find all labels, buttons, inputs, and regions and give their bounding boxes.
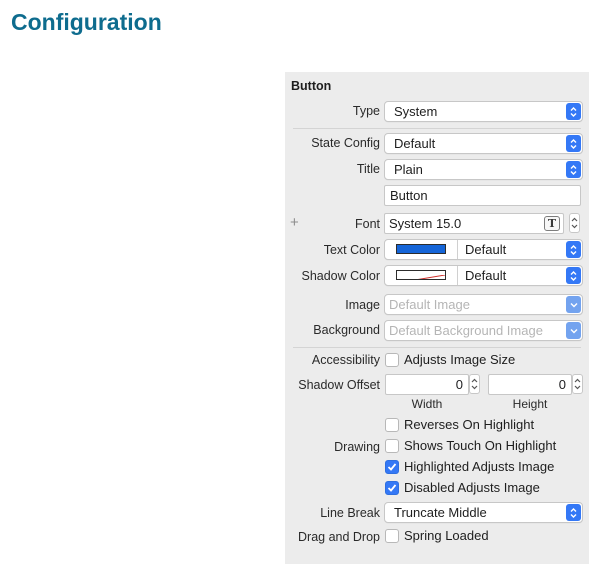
title-text-value: Button	[390, 188, 428, 203]
width-stepper[interactable]	[469, 374, 480, 394]
adjusts-image-size-checkbox[interactable]	[385, 353, 399, 367]
height-stepper[interactable]	[572, 374, 583, 394]
chevron-updown-icon	[566, 135, 581, 152]
highlighted-adjusts-image-checkbox[interactable]	[385, 460, 399, 474]
width-sublabel: Width	[411, 397, 443, 411]
title-type-popup[interactable]: Plain	[384, 159, 583, 180]
shadow-color-popup[interactable]: Default	[384, 265, 583, 286]
highlighted-adjusts-image-label: Highlighted Adjusts Image	[404, 459, 555, 474]
type-popup[interactable]: System	[384, 101, 583, 122]
shadow-offset-height-value: 0	[558, 377, 566, 392]
reverses-on-highlight-label: Reverses On Highlight	[404, 417, 535, 432]
text-color-popup[interactable]: Default	[384, 239, 583, 260]
divider	[457, 240, 458, 259]
text-color-swatch	[396, 244, 446, 254]
shows-touch-on-highlight-label: Shows Touch On Highlight	[404, 438, 557, 453]
disabled-adjusts-image-checkbox[interactable]	[385, 481, 399, 495]
text-color-value: Default	[465, 242, 507, 257]
divider	[457, 266, 458, 285]
spring-loaded-checkbox[interactable]	[385, 529, 399, 543]
font-field[interactable]: System 15.0 T	[384, 213, 564, 234]
checkmark-icon	[387, 484, 397, 492]
text-color-label: Text Color	[323, 243, 380, 257]
title-type-value: Plain	[394, 162, 423, 177]
state-config-value: Default	[394, 136, 436, 151]
chevron-updown-icon	[566, 161, 581, 178]
shadow-color-swatch	[396, 270, 446, 280]
title-text-field[interactable]: Button	[384, 185, 581, 206]
chevron-updown-icon	[566, 241, 581, 258]
image-placeholder: Default Image	[389, 297, 470, 312]
chevron-down-icon[interactable]	[566, 322, 581, 339]
plus-icon[interactable]: +	[290, 214, 299, 231]
line-break-value: Truncate Middle	[394, 505, 487, 520]
background-placeholder: Default Background Image	[389, 323, 543, 338]
font-value: System 15.0	[389, 216, 462, 231]
shadow-offset-width-value: 0	[455, 377, 463, 392]
accessibility-label: Accessibility	[311, 353, 380, 367]
image-combo[interactable]: Default Image	[384, 294, 583, 315]
page-title: Configuration	[11, 9, 162, 35]
line-break-popup[interactable]: Truncate Middle	[384, 502, 583, 523]
state-config-popup[interactable]: Default	[384, 133, 583, 154]
chevron-updown-icon	[566, 504, 581, 521]
section-title: Button	[291, 79, 332, 93]
disabled-adjusts-image-label: Disabled Adjusts Image	[404, 480, 540, 495]
type-label: Type	[352, 104, 380, 118]
drag-and-drop-label: Drag and Drop	[298, 530, 380, 544]
chevron-updown-icon	[566, 103, 581, 120]
line-break-label: Line Break	[320, 506, 380, 520]
reverses-on-highlight-checkbox[interactable]	[385, 418, 399, 432]
divider	[293, 128, 581, 129]
height-sublabel: Height	[512, 397, 548, 411]
type-value: System	[394, 104, 438, 119]
background-label: Background	[313, 323, 380, 337]
shadow-offset-height-field[interactable]: 0	[488, 374, 572, 395]
title-label: Title	[356, 162, 380, 176]
font-label: Font	[354, 217, 380, 231]
shadow-color-value: Default	[465, 268, 507, 283]
shadow-color-label: Shadow Color	[301, 269, 380, 283]
shadow-offset-width-field[interactable]: 0	[385, 374, 469, 395]
spring-loaded-label: Spring Loaded	[404, 528, 489, 543]
attributes-inspector: Button Type System State Config Default …	[285, 72, 589, 564]
drawing-label: Drawing	[334, 440, 380, 454]
divider	[293, 347, 581, 348]
shows-touch-on-highlight-checkbox[interactable]	[385, 439, 399, 453]
adjusts-image-size-label: Adjusts Image Size	[404, 352, 516, 367]
font-picker-icon[interactable]: T	[544, 216, 560, 231]
font-size-stepper[interactable]	[569, 213, 580, 233]
state-config-label: State Config	[311, 136, 380, 150]
background-combo[interactable]: Default Background Image	[384, 320, 583, 341]
shadow-offset-label: Shadow Offset	[298, 378, 380, 392]
chevron-updown-icon	[566, 267, 581, 284]
chevron-down-icon[interactable]	[566, 296, 581, 313]
checkmark-icon	[387, 463, 397, 471]
image-label: Image	[345, 298, 380, 312]
